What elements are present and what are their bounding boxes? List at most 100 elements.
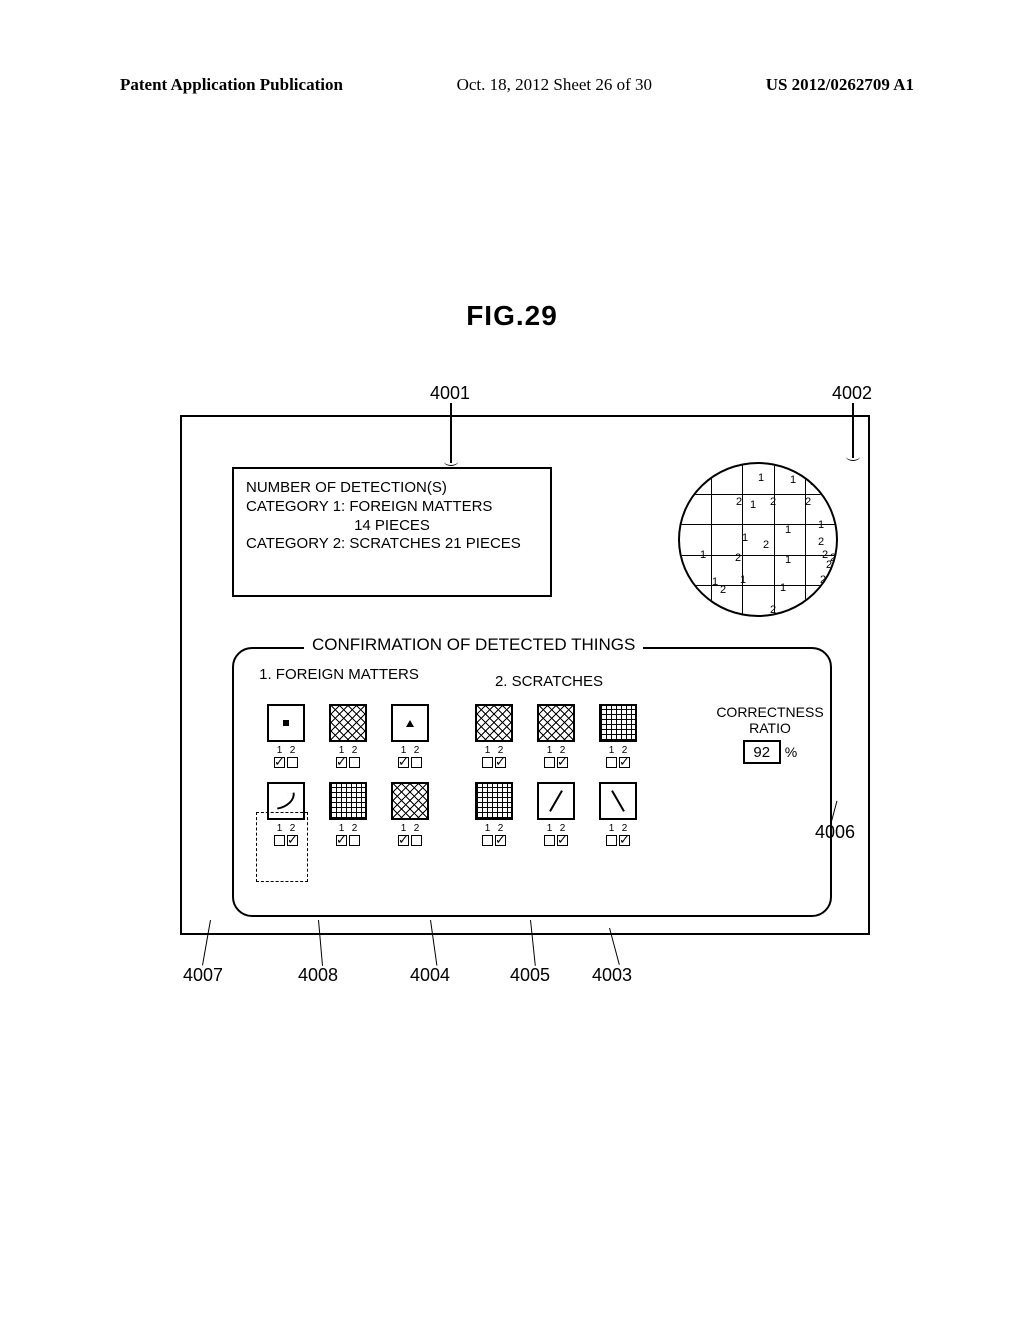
publication-number: US 2012/0262709 A1	[766, 75, 914, 95]
wafer-defect-label: 1	[785, 554, 791, 566]
thumbnail-item[interactable]: 12	[594, 782, 642, 846]
thumbnail-item[interactable]: 12	[262, 704, 310, 768]
wafer-defect-label: 2	[815, 599, 821, 611]
wafer-defect-label: 2	[736, 496, 742, 508]
wafer-defect-label: 2	[720, 584, 726, 596]
thumbnail-item[interactable]: 12	[324, 704, 372, 768]
wafer-defect-label: 1	[818, 519, 824, 531]
ref-4007: 4007	[183, 965, 223, 986]
thumbnail-item[interactable]: 12	[532, 782, 580, 846]
category-checkbox[interactable]	[495, 757, 506, 768]
category-checkbox[interactable]	[411, 835, 422, 846]
checkbox-label: 2	[414, 746, 420, 756]
figure-frame: NUMBER OF DETECTION(S) CATEGORY 1: FOREI…	[180, 415, 870, 935]
category-checkbox[interactable]	[398, 757, 409, 768]
ref-4004: 4004	[410, 965, 450, 986]
category-checkbox[interactable]	[349, 835, 360, 846]
category-checkbox[interactable]	[482, 757, 493, 768]
category-checkbox[interactable]	[544, 757, 555, 768]
category-checkbox[interactable]	[557, 757, 568, 768]
category-checkbox[interactable]	[336, 835, 347, 846]
thumbnail-item[interactable]: 12	[532, 704, 580, 768]
wafer-defect-label: 2	[832, 576, 838, 588]
page-header: Patent Application Publication Oct. 18, …	[0, 75, 1024, 95]
category-checkbox[interactable]	[606, 835, 617, 846]
wafer-defect-label: 1	[750, 499, 756, 511]
checkbox-label: 2	[414, 824, 420, 834]
wafer-defect-label: 2	[818, 536, 824, 548]
ref-4005: 4005	[510, 965, 550, 986]
wafer-defect-label: 1	[810, 476, 816, 488]
category-checkbox[interactable]	[349, 757, 360, 768]
thumbnail-item[interactable]: 12	[324, 782, 372, 846]
wafer-defect-label: 2	[770, 496, 776, 508]
category-checkbox[interactable]	[411, 757, 422, 768]
wafer-defect-label: 1	[742, 532, 748, 544]
checkbox-label: 1	[485, 746, 491, 756]
thumbnail-image	[391, 782, 429, 820]
correctness-label2: RATIO	[710, 720, 830, 736]
thumbnail-checkboxes: 12	[386, 824, 434, 846]
thumbnail-item[interactable]: 12	[386, 704, 434, 768]
category1-heading: 1. FOREIGN MATTERS	[254, 667, 424, 684]
thumbnails-category2: 121212121212	[470, 704, 642, 846]
thumbnail-item[interactable]: 12	[594, 704, 642, 768]
checkbox-label: 1	[485, 824, 491, 834]
confirmation-title: CONFIRMATION OF DETECTED THINGS	[304, 635, 643, 655]
publication-title: Patent Application Publication	[120, 75, 343, 95]
detection-count-box: NUMBER OF DETECTION(S) CATEGORY 1: FOREI…	[232, 467, 552, 597]
category-checkbox[interactable]	[495, 835, 506, 846]
category-checkbox[interactable]	[619, 835, 630, 846]
thumbnail-checkboxes: 12	[386, 746, 434, 768]
checkbox-label: 1	[609, 746, 615, 756]
wafer-defect-label: 2	[770, 604, 776, 616]
thumbnail-image	[537, 704, 575, 742]
category-checkbox[interactable]	[619, 757, 630, 768]
category-checkbox[interactable]	[398, 835, 409, 846]
wafer-defect-label: 2	[805, 496, 811, 508]
detection-line3: 14 PIECES	[246, 517, 538, 536]
ref-4003: 4003	[592, 965, 632, 986]
thumbnail-item[interactable]: 12	[470, 704, 518, 768]
thumbnail-checkboxes: 12	[262, 746, 310, 768]
checkbox-label: 1	[547, 824, 553, 834]
category2-heading: 2. SCRATCHES	[464, 674, 634, 691]
checkbox-label: 2	[290, 746, 296, 756]
thumbnail-checkboxes: 12	[594, 746, 642, 768]
wafer-defect-label: 1	[700, 549, 706, 561]
correctness-unit: %	[785, 744, 797, 760]
ref-4001: 4001	[430, 383, 470, 404]
publication-date-sheet: Oct. 18, 2012 Sheet 26 of 30	[457, 75, 652, 95]
wafer-defect-label: 2	[830, 552, 836, 564]
category-checkbox[interactable]	[606, 757, 617, 768]
checkbox-label: 2	[352, 824, 358, 834]
category-checkbox[interactable]	[336, 757, 347, 768]
wafer-defect-label: 1	[785, 524, 791, 536]
thumbnail-item[interactable]: 12	[470, 782, 518, 846]
thumbnail-checkboxes: 12	[594, 824, 642, 846]
correctness-ratio-block: CORRECTNESS RATIO 92 %	[710, 704, 830, 764]
category-checkbox[interactable]	[557, 835, 568, 846]
category-checkbox[interactable]	[274, 757, 285, 768]
detection-line1: NUMBER OF DETECTION(S)	[246, 479, 538, 498]
ref-4002: 4002	[832, 383, 872, 404]
wafer-defect-label: 2	[735, 552, 741, 564]
category-checkbox[interactable]	[482, 835, 493, 846]
thumbnail-image	[391, 704, 429, 742]
checkbox-label: 1	[547, 746, 553, 756]
wafer-defect-label: 1	[712, 576, 718, 588]
figure-title: FIG.29	[0, 300, 1024, 332]
thumbnail-image	[329, 704, 367, 742]
thumbnail-image	[475, 782, 513, 820]
category-checkbox[interactable]	[544, 835, 555, 846]
wafer-defect-label: 2	[763, 539, 769, 551]
wafer-defect-label: 2	[825, 582, 831, 594]
category-checkbox[interactable]	[287, 757, 298, 768]
checkbox-label: 1	[609, 824, 615, 834]
wafer-defect-label: 1	[758, 472, 764, 484]
checkbox-label: 2	[352, 746, 358, 756]
thumbnail-image	[537, 782, 575, 820]
thumbnail-image	[267, 704, 305, 742]
thumbnail-checkboxes: 12	[470, 746, 518, 768]
thumbnail-item[interactable]: 12	[386, 782, 434, 846]
